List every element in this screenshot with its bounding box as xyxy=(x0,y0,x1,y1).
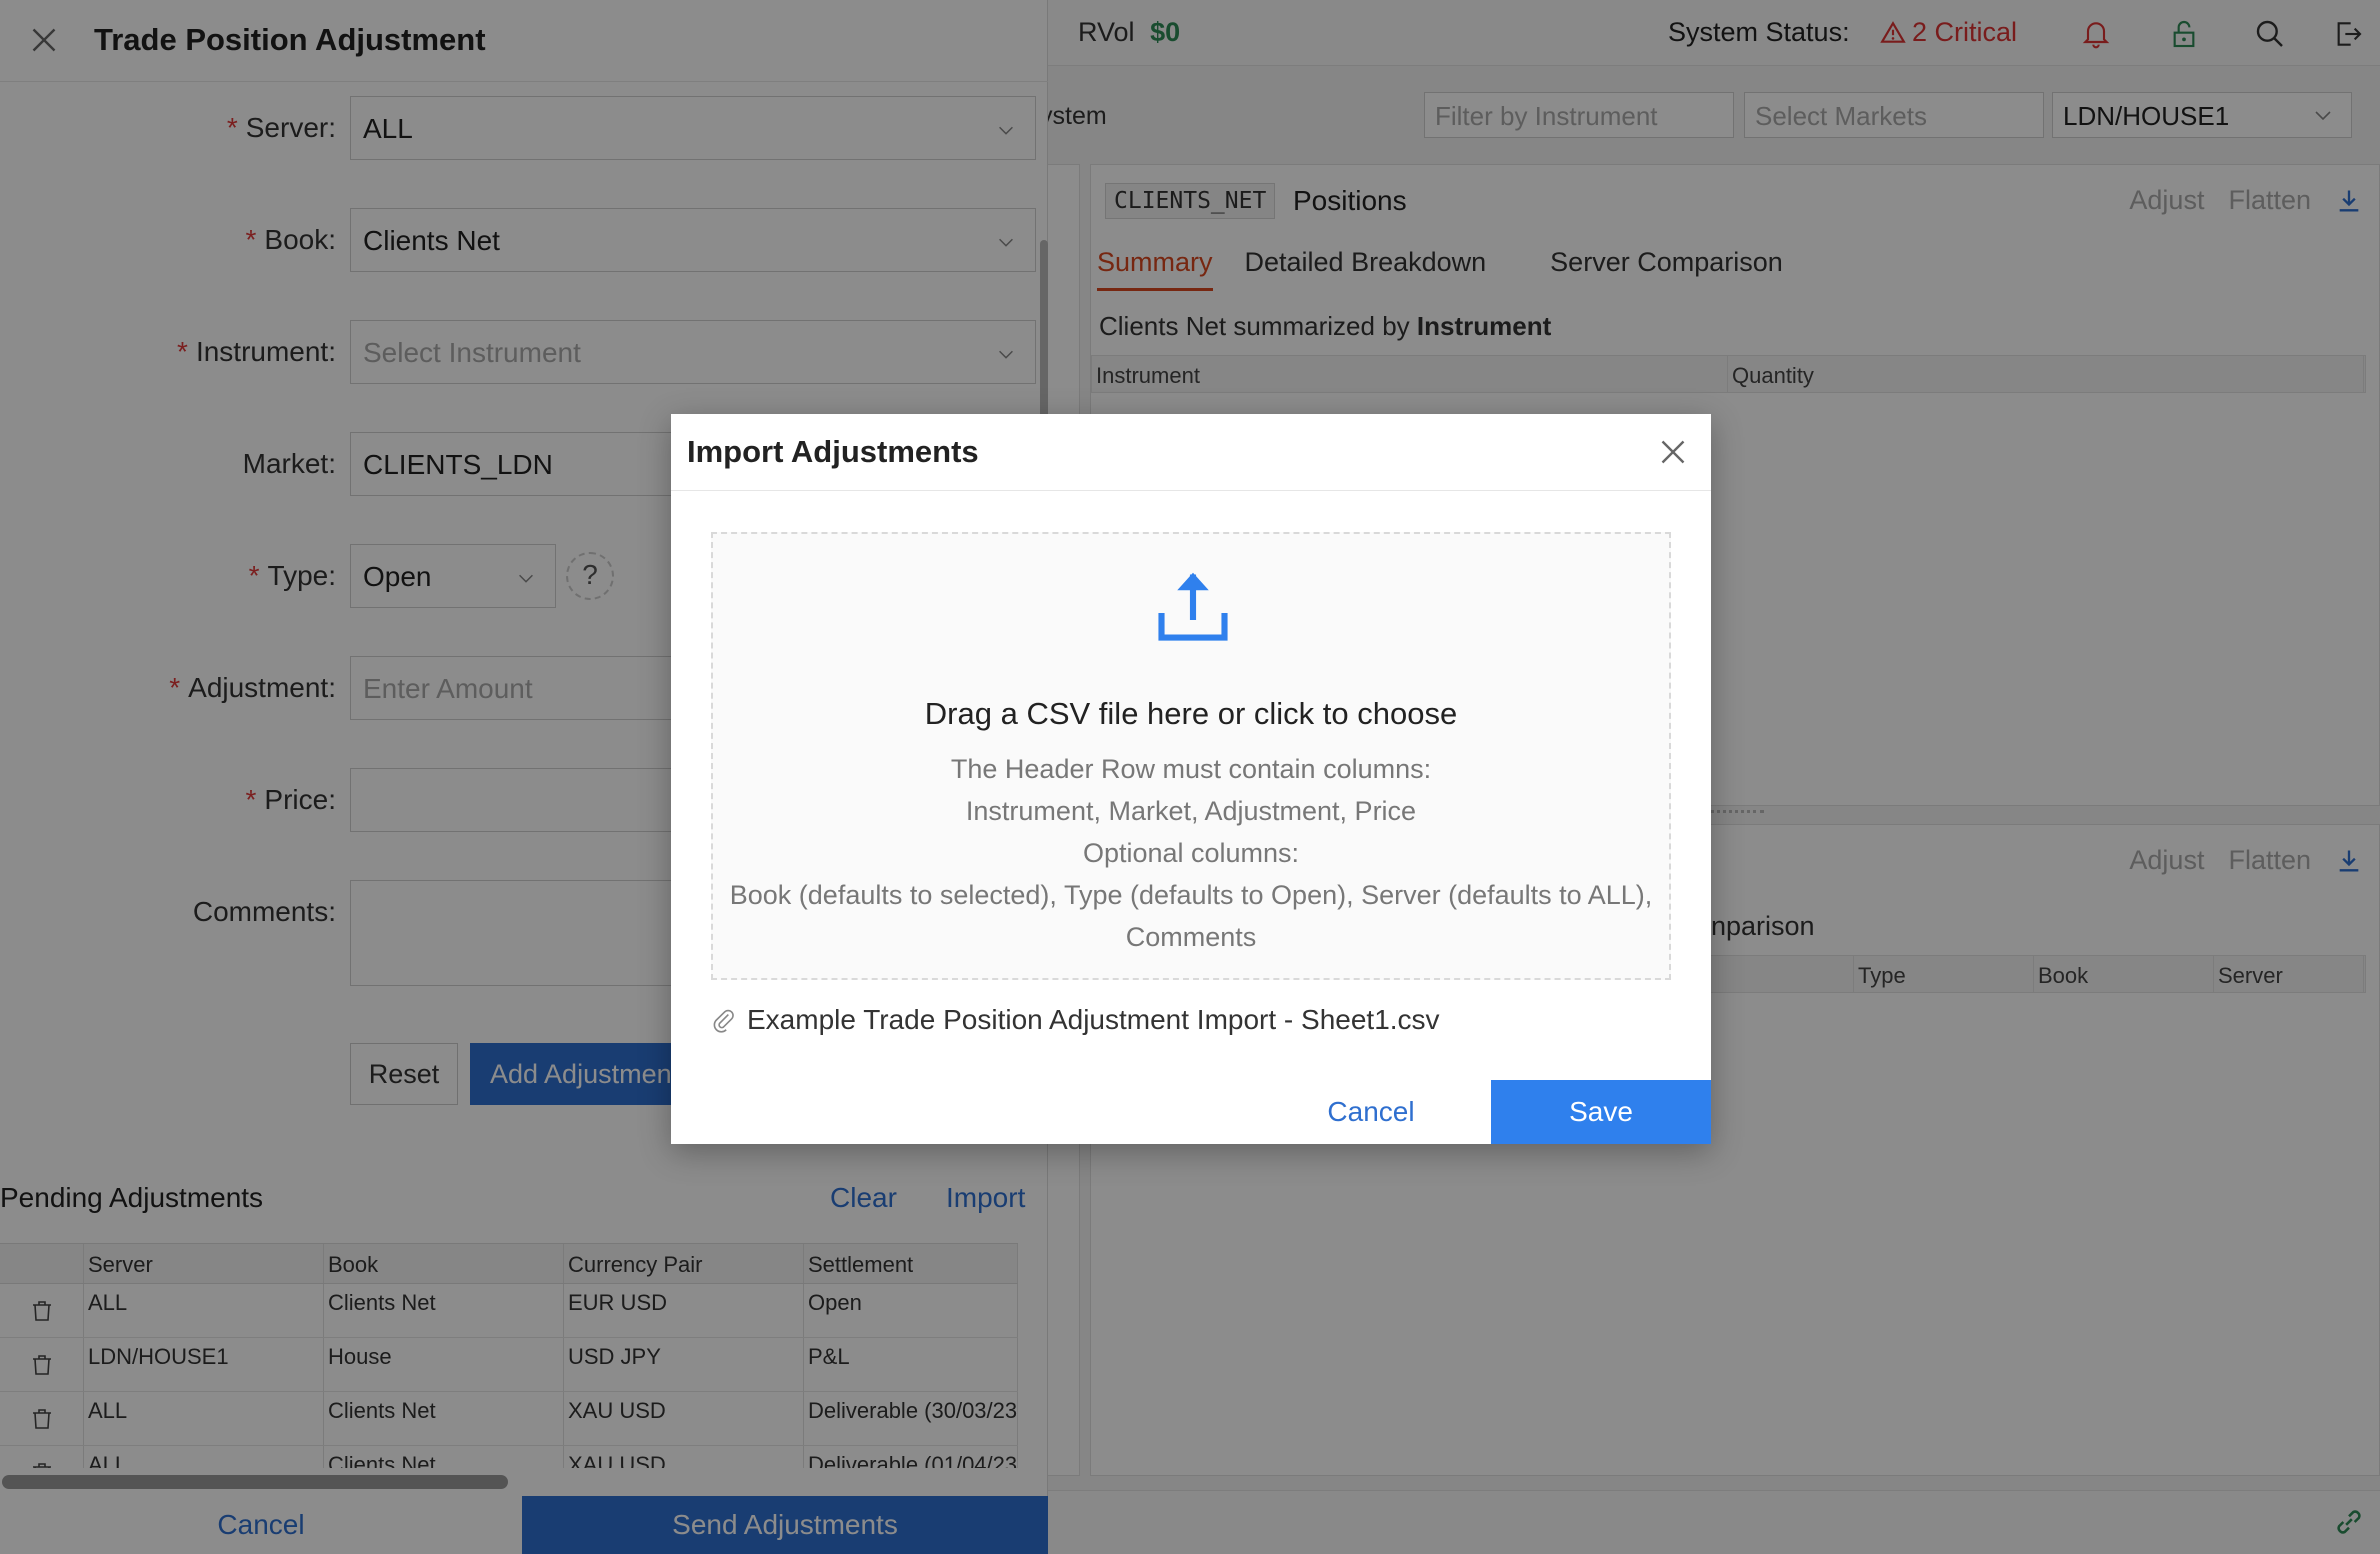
dropzone-hint: Optional columns: xyxy=(1082,838,1300,868)
dropzone-hint: Instrument, Market, Adjustment, Price xyxy=(965,796,1417,826)
modal-header: Import Adjustments xyxy=(671,414,1711,491)
modal-cancel-button[interactable]: Cancel xyxy=(1291,1080,1451,1144)
dropzone-hint: Book (defaults to selected), Type (defau… xyxy=(729,880,1653,910)
modal-title: Import Adjustments xyxy=(687,434,979,469)
csv-dropzone[interactable]: Drag a CSV file here or click to choose … xyxy=(711,532,1671,980)
paperclip-icon xyxy=(713,1009,734,1033)
upload-icon xyxy=(1158,572,1228,641)
modal-save-button[interactable]: Save xyxy=(1491,1080,1711,1144)
dropzone-hint: The Header Row must contain columns: xyxy=(950,754,1432,784)
dropzone-title: Drag a CSV file here or click to choose xyxy=(924,696,1458,731)
import-adjustments-modal: Import Adjustments Drag a CSV file here … xyxy=(671,414,1711,1144)
attached-file-name: Example Trade Position Adjustment Import… xyxy=(747,1004,1440,1035)
close-icon[interactable] xyxy=(1655,434,1691,470)
dropzone-hint: Comments xyxy=(1125,922,1257,952)
attached-file[interactable]: Example Trade Position Adjustment Import… xyxy=(711,1004,1440,1036)
